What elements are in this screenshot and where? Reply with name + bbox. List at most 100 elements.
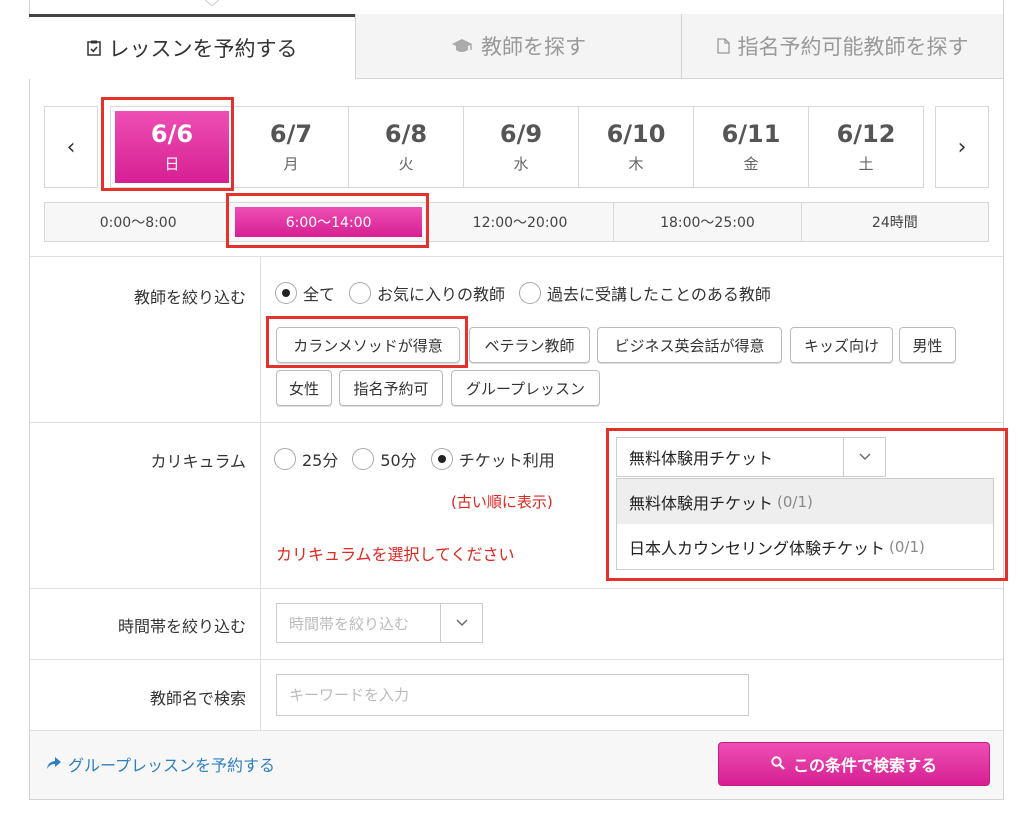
radio-past-teachers[interactable]: 過去に受講したことのある教師 (519, 281, 771, 305)
ticket-select-value: 無料体験用チケット (629, 449, 774, 468)
teacher-search-input-box (276, 674, 749, 716)
tab-find-named-teacher[interactable]: 指名予約可能教師を探す (681, 14, 1004, 79)
date-cell-6-11[interactable]: 6/11 金 (693, 107, 808, 187)
graduation-cap-icon (451, 38, 473, 54)
chevron-left-icon: ‹ (66, 134, 76, 160)
tab-bar: レッスンを予約する 教師を探す 指名予約可能教師を探す (29, 14, 1004, 79)
teacher-search-label: 教師名で検索 (149, 689, 246, 708)
search-button-label: この条件で検索する (792, 756, 937, 775)
chevron-right-icon: › (957, 134, 967, 160)
date-weekday: 土 (858, 154, 874, 173)
curriculum-radios: 25分 50分 チケット利用 (274, 447, 569, 471)
group-lesson-link[interactable]: グループレッスンを予約する (46, 752, 275, 776)
top-notch (205, 0, 219, 6)
date-number: 6/12 (836, 120, 896, 149)
time-range-option[interactable]: 18:00〜25:00 (613, 203, 800, 241)
time-filter-placeholder: 時間帯を絞り込む (289, 614, 410, 633)
ticket-select[interactable]: 無料体験用チケット (616, 437, 886, 477)
dropdown-option-free-trial[interactable]: 無料体験用チケット (0/1) (617, 479, 993, 524)
tag-male[interactable]: 男性 (899, 327, 956, 363)
tag-group-lesson[interactable]: グループレッスン (451, 370, 600, 406)
radio-label: チケット利用 (458, 451, 555, 470)
date-list: 6/6 日 6/7 月 6/8 火 6/9 水 6/10 木 6/11 金 6/… (110, 106, 924, 188)
time-range-option[interactable]: 0:00〜8:00 (45, 203, 231, 241)
time-filter-select[interactable]: 時間帯を絞り込む (276, 603, 483, 643)
radio-25min[interactable]: 25分 (274, 447, 338, 471)
divider (30, 422, 1003, 423)
option-count: (0/1) (889, 537, 925, 556)
time-range-option-selected[interactable]: 6:00〜14:00 (235, 207, 422, 237)
tab-find-teacher[interactable]: 教師を探す (355, 14, 681, 79)
radio-label: 全て (303, 285, 336, 304)
radio-circle (274, 448, 296, 470)
keyword-input[interactable] (289, 686, 748, 704)
document-icon (716, 38, 730, 54)
time-range-option[interactable]: 12:00〜20:00 (425, 203, 613, 241)
teacher-filter-radios: 全て お気に入りの教師 過去に受講したことのある教師 (275, 281, 785, 305)
date-cell-6-6[interactable]: 6/6 日 (115, 111, 229, 183)
next-week-button[interactable]: › (935, 106, 989, 188)
radio-circle (352, 448, 375, 470)
time-range-selector: 0:00〜8:00 6:00〜14:00 12:00〜20:00 18:00〜2… (44, 202, 989, 242)
dropdown-option-counseling[interactable]: 日本人カウンセリング体験チケット (0/1) (617, 524, 993, 569)
date-number: 6/8 (384, 120, 428, 149)
sort-note: (古い順に表示) (451, 493, 553, 511)
clipboard-check-icon (86, 40, 101, 56)
radio-circle (519, 282, 542, 304)
radio-label: 過去に受講したことのある教師 (547, 285, 771, 304)
radio-all[interactable]: 全て (275, 281, 335, 305)
date-cell-6-9[interactable]: 6/9 水 (463, 107, 578, 187)
tab-label: 指名予約可能教師を探す (737, 35, 969, 59)
date-weekday: 月 (283, 154, 299, 173)
radio-label: お気に入りの教師 (377, 285, 506, 304)
time-range-option[interactable]: 24時間 (800, 203, 988, 241)
date-weekday: 木 (628, 154, 644, 173)
date-selector: ‹ 6/6 日 6/7 月 6/8 火 6/9 水 6/10 木 6/11 金 … (44, 106, 989, 188)
share-arrow-icon (46, 755, 62, 774)
divider (30, 659, 1003, 660)
divider (260, 256, 261, 730)
radio-label: 25分 (302, 451, 339, 470)
divider (30, 588, 1003, 589)
prev-week-button[interactable]: ‹ (44, 106, 98, 188)
search-icon (771, 755, 785, 774)
date-weekday: 火 (398, 154, 414, 173)
option-name: 日本人カウンセリング体験チケット (629, 538, 886, 558)
tag-business-english[interactable]: ビジネス英会話が得意 (597, 327, 782, 363)
tab-label: レッスンを予約する (108, 37, 298, 61)
option-count: (0/1) (777, 492, 813, 511)
divider (30, 256, 1003, 257)
radio-label: 50分 (380, 451, 417, 470)
radio-circle (430, 448, 453, 470)
tag-callan-method[interactable]: カランメソッドが得意 (276, 327, 460, 363)
date-number: 6/9 (499, 120, 543, 149)
date-cell-6-8[interactable]: 6/8 火 (348, 107, 463, 187)
radio-circle (275, 282, 297, 304)
date-number: 6/7 (269, 120, 313, 149)
date-cell-6-7[interactable]: 6/7 月 (233, 107, 348, 187)
radio-50min[interactable]: 50分 (352, 447, 417, 471)
tag-kids[interactable]: キッズ向け (790, 327, 893, 363)
date-cell-6-10[interactable]: 6/10 木 (578, 107, 693, 187)
tab-book-lesson[interactable]: レッスンを予約する (29, 14, 355, 79)
radio-ticket[interactable]: チケット利用 (430, 447, 555, 471)
tag-female[interactable]: 女性 (276, 370, 332, 406)
group-link-label: グループレッスンを予約する (68, 756, 276, 775)
tag-veteran[interactable]: ベテラン教師 (469, 327, 590, 363)
tab-label: 教師を探す (481, 35, 586, 59)
radio-circle (349, 282, 372, 304)
curriculum-label: カリキュラム (150, 452, 246, 471)
curriculum-error: カリキュラムを選択してください (276, 545, 515, 564)
time-filter-label: 時間帯を絞り込む (117, 617, 246, 636)
search-button[interactable]: この条件で検索する (718, 742, 990, 786)
date-number: 6/11 (721, 120, 781, 149)
chevron-down-icon (440, 604, 482, 642)
date-weekday: 水 (513, 154, 529, 173)
tag-named-reservation[interactable]: 指名予約可 (339, 370, 443, 406)
date-number: 6/6 (150, 120, 194, 149)
date-number: 6/10 (606, 120, 666, 149)
radio-favorites[interactable]: お気に入りの教師 (349, 281, 505, 305)
date-weekday: 日 (164, 154, 180, 173)
teacher-filter-label: 教師を絞り込む (133, 288, 246, 307)
date-cell-6-12[interactable]: 6/12 土 (808, 107, 923, 187)
